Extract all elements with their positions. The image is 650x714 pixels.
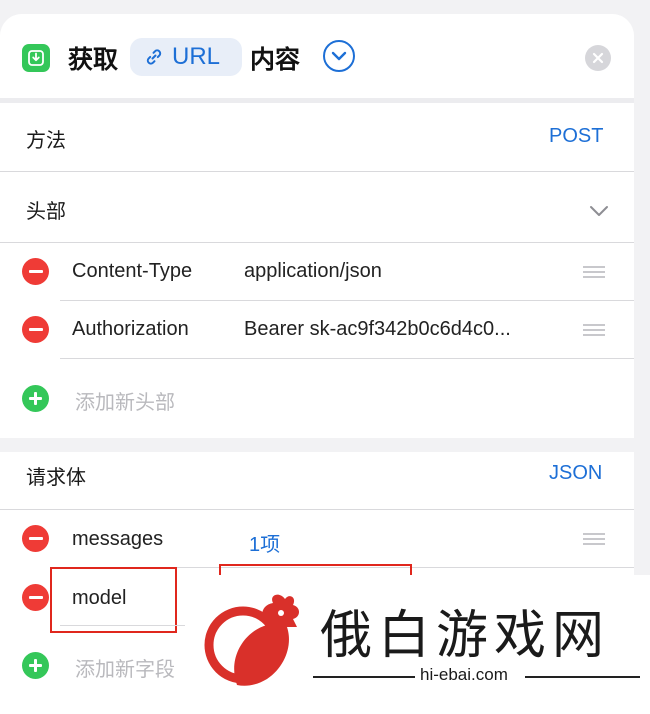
remove-field-button[interactable] [22,525,49,552]
remove-field-button[interactable] [22,584,49,611]
method-value[interactable]: POST [549,125,603,148]
chevron-down-icon[interactable] [589,202,609,221]
add-field-label[interactable]: 添加新字段 [75,653,175,682]
url-variable-token[interactable]: URL [130,38,242,76]
action-noun: 内容 [250,45,301,74]
close-x-icon[interactable] [585,45,611,71]
action-verb: 获取 [68,45,119,74]
headers-section-label: 头部 [26,199,66,223]
field-value[interactable]: 1项 [249,528,280,557]
body-type-value[interactable]: JSON [549,462,602,485]
action-header: 获取 URL 内容 [0,14,634,98]
body-section-label: 请求体 [26,465,86,489]
add-header-label[interactable]: 添加新头部 [75,386,175,415]
header-value[interactable]: Bearer sk-ac9f342b0c6d4c0... [244,318,564,341]
header-value[interactable]: application/json [244,260,382,283]
divider [0,509,634,510]
field-key[interactable]: messages [72,528,163,551]
divider [0,171,634,172]
remove-header-button[interactable] [22,316,49,343]
header-key[interactable]: Content-Type [72,260,192,283]
url-token-label: URL [172,43,221,70]
rooster-logo-icon [197,587,307,699]
add-header-button[interactable] [22,385,49,412]
drag-handle-icon[interactable] [583,533,605,545]
drag-handle-icon[interactable] [583,266,605,278]
link-icon [144,47,164,67]
divider [60,358,634,359]
highlight-box-key [50,567,177,633]
method-label: 方法 [26,128,66,152]
add-field-button[interactable] [22,652,49,679]
remove-header-button[interactable] [22,258,49,285]
watermark: 俄白游戏网 hi-ebai.com [185,575,650,714]
divider [0,242,634,243]
watermark-rule [525,676,640,678]
download-tray-icon [22,44,50,72]
watermark-url: hi-ebai.com [420,665,508,684]
watermark-title: 俄白游戏网 [320,606,611,666]
drag-handle-icon[interactable] [583,324,605,336]
section-separator [0,438,634,452]
header-key[interactable]: Authorization [72,318,189,341]
divider [60,300,634,301]
chevron-down-circle-icon[interactable] [323,40,355,72]
header-divider [0,98,634,103]
watermark-rule [313,676,415,678]
